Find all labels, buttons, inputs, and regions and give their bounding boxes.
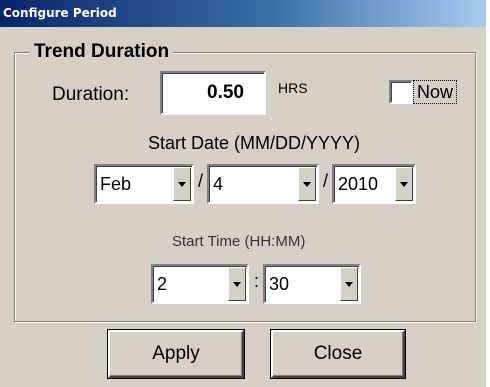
apply-button[interactable]: Apply <box>108 330 244 378</box>
triangle-down-icon <box>303 181 311 187</box>
duration-input[interactable]: 0.50 <box>160 71 266 115</box>
month-select[interactable]: Feb <box>94 164 194 204</box>
triangle-down-icon <box>345 281 353 287</box>
month-value: Feb <box>100 174 132 194</box>
start-date-label: Start Date (MM/DD/YYYY) <box>148 133 361 153</box>
hour-value: 2 <box>157 274 168 294</box>
year-dropdown-button[interactable] <box>395 167 413 201</box>
day-value: 4 <box>213 174 224 194</box>
now-label[interactable]: Now <box>413 80 458 104</box>
year-select[interactable]: 2010 <box>332 164 416 204</box>
now-checkbox-control[interactable]: Now <box>389 80 458 104</box>
now-checkbox[interactable] <box>389 80 413 104</box>
group-title: Trend Duration <box>30 40 174 64</box>
minute-dropdown-button[interactable] <box>340 267 358 301</box>
day-select[interactable]: 4 <box>207 164 319 204</box>
duration-label: Duration: <box>52 84 130 105</box>
date-separator-2: / <box>323 171 329 191</box>
close-button[interactable]: Close <box>271 330 405 378</box>
hour-dropdown-button[interactable] <box>228 267 246 301</box>
year-value: 2010 <box>338 174 379 194</box>
triangle-down-icon <box>400 181 408 187</box>
configure-period-dialog: Configure Period Trend Duration Duration… <box>0 0 486 387</box>
minute-value: 30 <box>269 274 290 294</box>
triangle-down-icon <box>178 181 186 187</box>
title-bar: Configure Period <box>0 0 486 27</box>
date-separator-1: / <box>198 171 204 191</box>
hour-select[interactable]: 2 <box>151 264 249 304</box>
day-dropdown-button[interactable] <box>298 167 316 201</box>
time-separator: : <box>254 271 260 291</box>
month-dropdown-button[interactable] <box>173 167 191 201</box>
triangle-down-icon <box>233 281 241 287</box>
duration-unit-label: HRS <box>278 80 308 96</box>
minute-select[interactable]: 30 <box>263 264 361 304</box>
start-time-label: Start Time (HH:MM) <box>172 233 306 250</box>
